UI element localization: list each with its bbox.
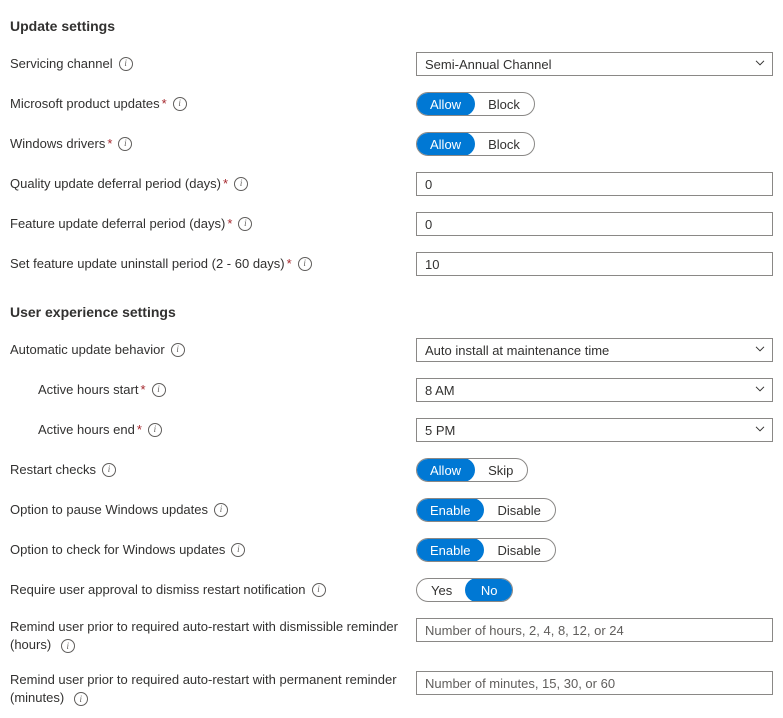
label-windows-drivers: Windows drivers (10, 135, 105, 153)
label-restart-checks: Restart checks (10, 461, 96, 479)
row-remind-hours: Remind user prior to required auto-resta… (10, 618, 773, 653)
info-icon[interactable]: i (118, 137, 132, 151)
input-quality-deferral[interactable] (416, 172, 773, 196)
row-check-updates: Option to check for Windows updates i En… (10, 538, 773, 562)
chevron-down-icon (754, 383, 766, 395)
toggle-restart-checks[interactable]: Allow Skip (416, 458, 528, 482)
info-icon[interactable]: i (152, 383, 166, 397)
info-icon[interactable]: i (214, 503, 228, 517)
toggle-option-allow[interactable]: Allow (416, 458, 475, 482)
label-require-approval: Require user approval to dismiss restart… (10, 581, 306, 599)
info-icon[interactable]: i (231, 543, 245, 557)
chevron-down-icon (754, 423, 766, 435)
toggle-ms-product-updates[interactable]: Allow Block (416, 92, 535, 116)
chevron-down-icon (754, 343, 766, 355)
info-icon[interactable]: i (61, 639, 75, 653)
toggle-option-allow[interactable]: Allow (416, 132, 475, 156)
toggle-option-disable[interactable]: Disable (483, 499, 554, 521)
label-quality-deferral: Quality update deferral period (days) (10, 175, 221, 193)
section-ux-settings: User experience settings (10, 304, 773, 320)
toggle-require-approval[interactable]: Yes No (416, 578, 513, 602)
info-icon[interactable]: i (148, 423, 162, 437)
info-icon[interactable]: i (171, 343, 185, 357)
info-icon[interactable]: i (312, 583, 326, 597)
section-update-settings: Update settings (10, 18, 773, 34)
toggle-option-block[interactable]: Block (474, 133, 534, 155)
info-icon[interactable]: i (119, 57, 133, 71)
toggle-option-allow[interactable]: Allow (416, 92, 475, 116)
required-indicator: * (107, 135, 112, 153)
row-require-approval: Require user approval to dismiss restart… (10, 578, 773, 602)
info-icon[interactable]: i (298, 257, 312, 271)
select-servicing-channel[interactable]: Semi-Annual Channel (416, 52, 773, 76)
row-active-end: Active hours end * i 5 PM (10, 418, 773, 442)
row-uninstall-period: Set feature update uninstall period (2 -… (10, 252, 773, 276)
required-indicator: * (140, 381, 145, 399)
required-indicator: * (227, 215, 232, 233)
chevron-down-icon (754, 57, 766, 69)
toggle-option-disable[interactable]: Disable (483, 539, 554, 561)
input-remind-hours[interactable] (416, 618, 773, 642)
info-icon[interactable]: i (102, 463, 116, 477)
row-quality-deferral: Quality update deferral period (days) * … (10, 172, 773, 196)
label-ms-product-updates: Microsoft product updates (10, 95, 160, 113)
row-active-start: Active hours start * i 8 AM (10, 378, 773, 402)
row-windows-drivers: Windows drivers * i Allow Block (10, 132, 773, 156)
toggle-option-block[interactable]: Block (474, 93, 534, 115)
toggle-option-no[interactable]: No (465, 578, 513, 602)
required-indicator: * (137, 421, 142, 439)
row-servicing-channel: Servicing channel i Semi-Annual Channel (10, 52, 773, 76)
label-active-start: Active hours start (38, 381, 138, 399)
row-pause-updates: Option to pause Windows updates i Enable… (10, 498, 773, 522)
label-pause-updates: Option to pause Windows updates (10, 501, 208, 519)
row-auto-behavior: Automatic update behavior i Auto install… (10, 338, 773, 362)
label-check-updates: Option to check for Windows updates (10, 541, 225, 559)
select-value: 8 AM (425, 383, 455, 398)
select-auto-behavior[interactable]: Auto install at maintenance time (416, 338, 773, 362)
select-active-start[interactable]: 8 AM (416, 378, 773, 402)
toggle-option-skip[interactable]: Skip (474, 459, 527, 481)
input-uninstall-period[interactable] (416, 252, 773, 276)
row-restart-checks: Restart checks i Allow Skip (10, 458, 773, 482)
toggle-windows-drivers[interactable]: Allow Block (416, 132, 535, 156)
info-icon[interactable]: i (74, 692, 88, 706)
label-servicing-channel: Servicing channel (10, 55, 113, 73)
input-feature-deferral[interactable] (416, 212, 773, 236)
toggle-option-enable[interactable]: Enable (416, 498, 484, 522)
label-feature-deferral: Feature update deferral period (days) (10, 215, 225, 233)
row-ms-product-updates: Microsoft product updates * i Allow Bloc… (10, 92, 773, 116)
select-value: 5 PM (425, 423, 455, 438)
select-active-end[interactable]: 5 PM (416, 418, 773, 442)
label-remind-minutes: Remind user prior to required auto-resta… (10, 672, 397, 705)
toggle-option-enable[interactable]: Enable (416, 538, 484, 562)
required-indicator: * (287, 255, 292, 273)
required-indicator: * (223, 175, 228, 193)
input-remind-minutes[interactable] (416, 671, 773, 695)
toggle-check-updates[interactable]: Enable Disable (416, 538, 556, 562)
info-icon[interactable]: i (173, 97, 187, 111)
label-uninstall-period: Set feature update uninstall period (2 -… (10, 255, 285, 273)
info-icon[interactable]: i (238, 217, 252, 231)
toggle-option-yes[interactable]: Yes (417, 579, 466, 601)
row-remind-minutes: Remind user prior to required auto-resta… (10, 671, 773, 706)
label-active-end: Active hours end (38, 421, 135, 439)
select-value: Auto install at maintenance time (425, 343, 609, 358)
label-auto-behavior: Automatic update behavior (10, 341, 165, 359)
info-icon[interactable]: i (234, 177, 248, 191)
select-value: Semi-Annual Channel (425, 57, 551, 72)
row-feature-deferral: Feature update deferral period (days) * … (10, 212, 773, 236)
toggle-pause-updates[interactable]: Enable Disable (416, 498, 556, 522)
required-indicator: * (162, 95, 167, 113)
